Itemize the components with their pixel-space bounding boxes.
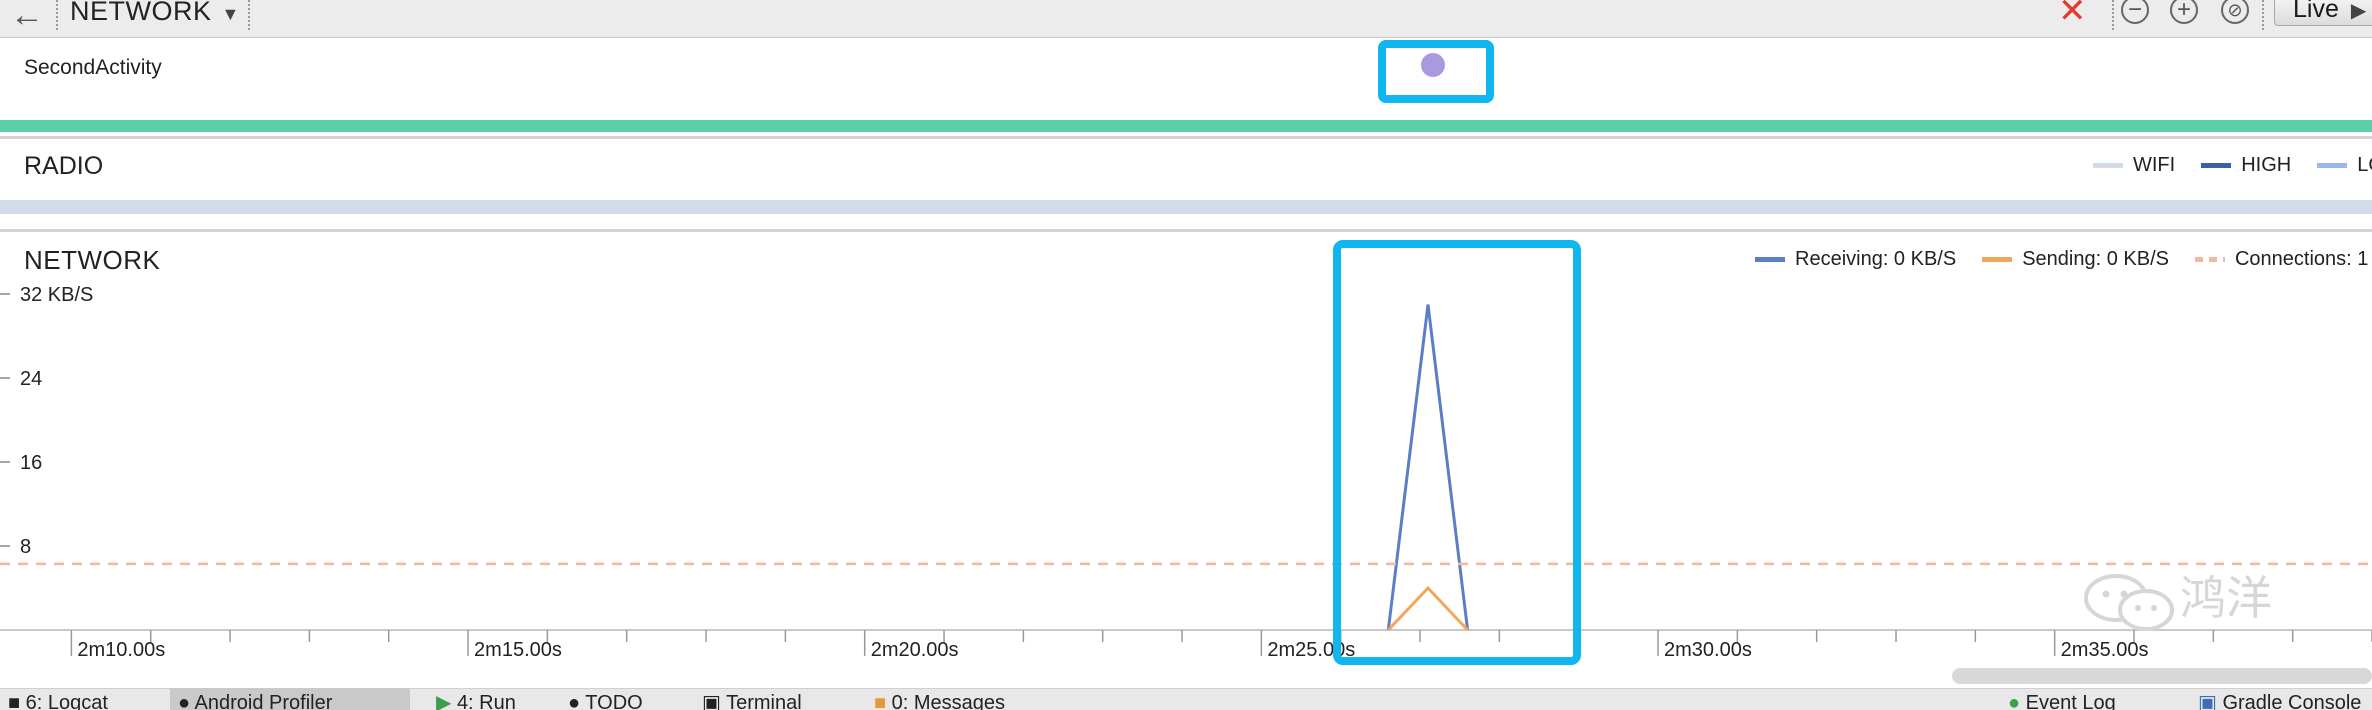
tab-gradle-console[interactable]: ▣ Gradle Console [2190,688,2372,710]
network-chart[interactable]: 32 KB/S241682m10.00s 2m15.00s 2m20.00s 2m25… [0,232,2372,682]
annotation-highlight-box [1378,40,1494,103]
tab-messages[interactable]: ■ 0: Messages [866,688,1046,710]
radio-legend-high: HIGH [2201,154,2291,177]
annotation-highlight-box [1333,240,1581,665]
radio-state-bar [0,200,2372,214]
x-axis-tick-label: 2m30.00s [1664,639,1752,661]
watermark: 鸿洋 [2080,562,2272,634]
tab-terminal[interactable]: ▣ Terminal [694,688,844,710]
toolbar-separator [2262,0,2264,30]
y-axis-tick-label: 16 [20,452,42,474]
logcat-icon: ■ [8,692,26,710]
legend-label: WIFI [2133,154,2176,176]
tab-label: Terminal [726,692,802,710]
activity-label: SecondActivity [24,56,162,79]
run-icon: ▶ [436,692,457,710]
profiler-icon: ● [178,692,195,710]
toolbar-separator [248,0,250,30]
play-icon: ▶ [2350,0,2367,22]
stop-session-close-icon[interactable]: ✕ [2058,0,2087,30]
event-log-icon: ● [2008,692,2026,710]
tab-label: Android Profiler [194,692,333,710]
tab-label: 6: Logcat [25,692,108,710]
profiler-dropdown[interactable]: NETWORK ▼ [70,0,240,29]
legend-label: HIGH [2241,154,2292,176]
tab-label: 4: Run [456,692,516,710]
terminal-icon: ▣ [702,692,727,710]
radio-section-title: RADIO [24,152,104,180]
radio-legend-low: LOW [2317,154,2372,177]
profiler-toolbar: ← NETWORK ▼ ✕ − + ⊘ Live ▶ [0,0,2372,38]
tab-run[interactable]: ▶ 4: Run [428,688,548,710]
legend-label: LOW [2357,154,2372,176]
zoom-out-icon[interactable]: − [2121,0,2149,24]
y-axis-tick-label: 32 KB/S [20,284,93,306]
x-axis-tick-label: 2m15.00s [474,639,562,661]
tab-label: Gradle Console [2222,692,2362,710]
toolbar-separator [2112,0,2114,30]
tab-label: Event Log [2025,692,2116,710]
messages-icon: ■ [874,692,892,710]
toolbar-separator [56,0,58,30]
tab-logcat[interactable]: ■ 6: Logcat [0,688,160,710]
legend-swatch [2093,163,2123,168]
live-button[interactable]: Live ▶ [2274,0,2372,26]
radio-legend-wifi: WIFI [2093,154,2175,177]
tab-label: TODO [585,692,643,710]
watermark-text: 鸿洋 [2180,572,2272,624]
reset-zoom-icon[interactable]: ⊘ [2221,0,2249,24]
live-button-label: Live [2293,0,2339,23]
todo-icon: ● [568,692,586,710]
zoom-in-icon[interactable]: + [2170,0,2198,24]
profiler-dropdown-label: NETWORK [70,0,212,26]
back-arrow-icon[interactable]: ← [10,0,44,34]
gradle-icon: ▣ [2198,692,2223,710]
x-axis-tick-label: 2m20.00s [871,639,959,661]
y-axis-tick-label: 8 [20,536,31,558]
radio-legend: WIFI HIGH LOW [2093,154,2372,177]
tab-android-profiler[interactable]: ● Android Profiler [170,688,410,710]
legend-swatch [2317,163,2348,168]
tab-label: 0: Messages [891,692,1006,710]
tab-event-log[interactable]: ● Event Log [2000,688,2170,710]
x-axis-tick-label: 2m10.00s [77,639,165,661]
activity-lifecycle-bar[interactable] [0,120,2372,132]
legend-swatch [2201,163,2232,168]
section-divider [0,136,2372,139]
x-axis-tick-label: 2m35.00s [2061,639,2149,661]
chat-bubbles-icon [2084,573,2174,631]
y-axis-tick-label: 24 [20,368,42,390]
timeline-scrollbar[interactable] [1952,668,2372,684]
tab-todo[interactable]: ● TODO [560,688,670,710]
chevron-down-icon: ▼ [221,4,240,24]
